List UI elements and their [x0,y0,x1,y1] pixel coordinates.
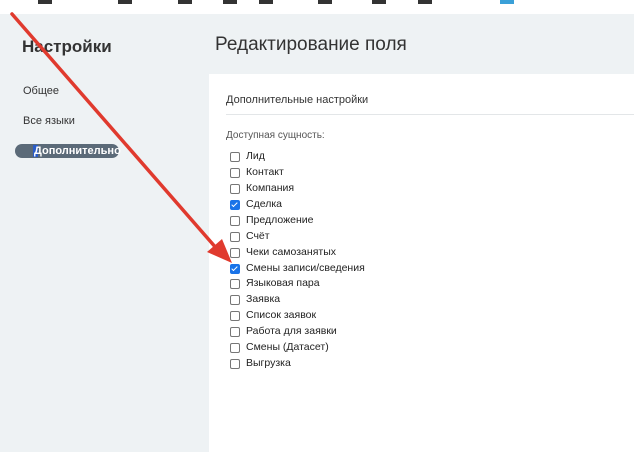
red-arrow-icon [10,12,232,263]
arrow-shaft [10,12,219,251]
